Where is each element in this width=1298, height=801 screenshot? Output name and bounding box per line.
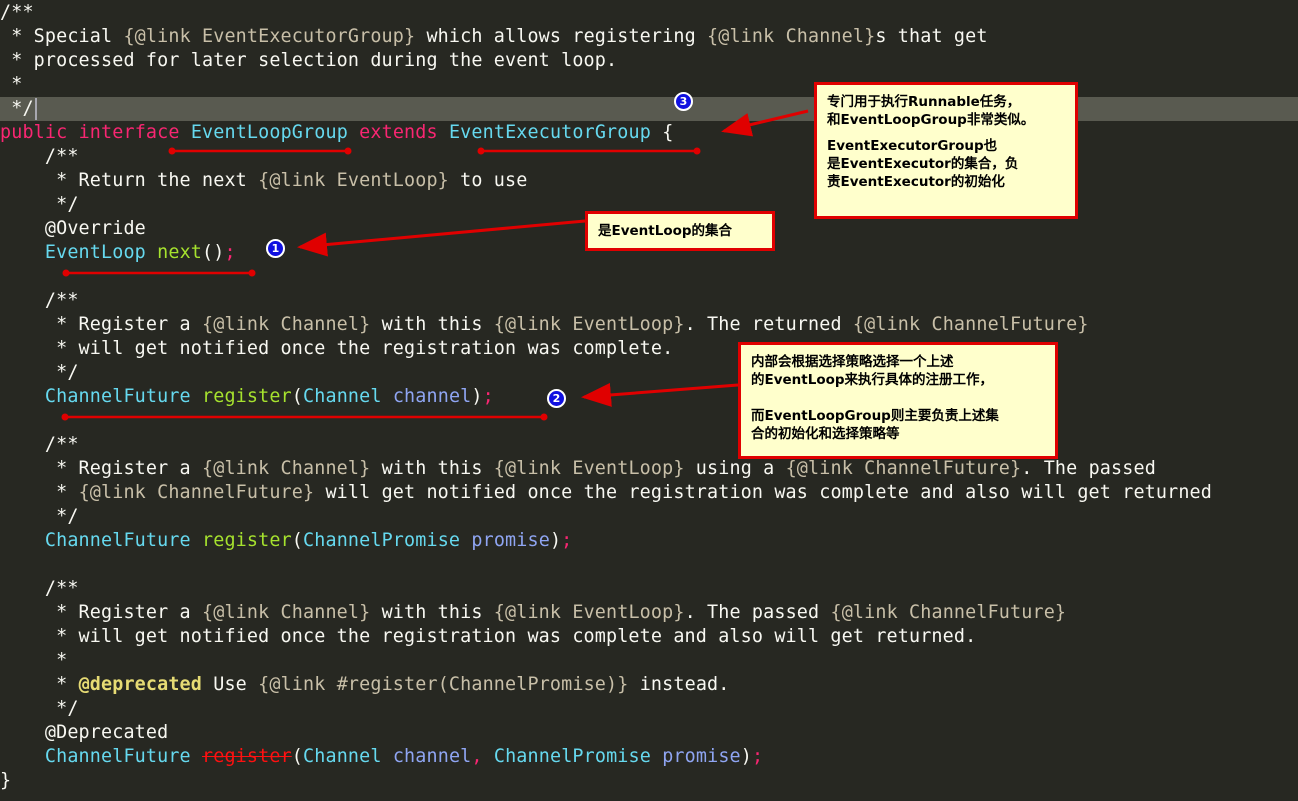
step-badge-3: 3 (674, 92, 693, 111)
step-badge-1: 1 (266, 239, 285, 258)
arrow-next (297, 219, 586, 257)
underline-interface-name (168, 147, 352, 155)
note-text: 是EventExecutor的集合，负 (827, 156, 1019, 172)
note-register: 内部会根据选择策略选择一个上述 的EventLoop来执行具体的注册工作， 而E… (738, 342, 1058, 459)
note-next: 是EventLoop的集合 (585, 211, 775, 251)
underline-register-method (61, 413, 548, 421)
underline-super-interface (477, 147, 701, 155)
note-text: EventExecutorGroup也 (827, 138, 998, 154)
note-text: 而EventLoopGroup则主要负责上述集 (751, 408, 999, 424)
arrow-register (581, 382, 739, 407)
note-text: 内部会根据选择策略选择一个上述 (751, 354, 954, 370)
underline-next-method (62, 269, 256, 277)
note-text: 专门用于执行Runnable任务， (827, 94, 1021, 110)
note-text: 的EventLoop来执行具体的注册工作， (751, 372, 994, 388)
note-text: 合的初始化和选择策略等 (751, 426, 900, 442)
note-text: 和EventLoopGroup非常类似。 (827, 112, 1035, 128)
arrow-executor-group (721, 109, 809, 137)
note-text: 是EventLoop的集合 (598, 223, 733, 239)
step-badge-2: 2 (547, 389, 566, 408)
note-executor-group: 专门用于执行Runnable任务， 和EventLoopGroup非常类似。 E… (814, 82, 1078, 219)
annotation-overlay (61, 109, 809, 421)
note-text: 责EventExecutor的初始化 (827, 174, 1005, 190)
